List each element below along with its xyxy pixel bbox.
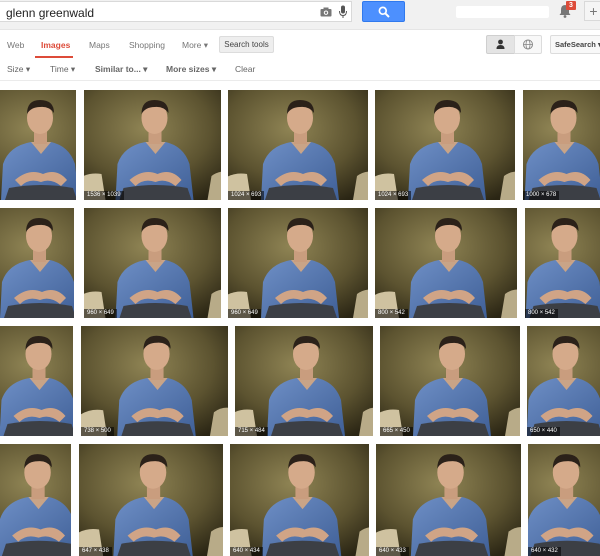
image-result[interactable]: 960 × 649 [84, 208, 221, 318]
person-icon [496, 39, 505, 49]
portrait-thumbnail [84, 90, 221, 200]
image-result[interactable]: 640 × 432 [528, 444, 600, 556]
top-bar: glenn greenwald 3 + [0, 0, 600, 30]
account-name-field[interactable] [456, 6, 549, 18]
search-button[interactable] [362, 1, 405, 22]
microphone-icon[interactable] [338, 5, 348, 19]
tab-shopping[interactable]: Shopping [129, 40, 165, 50]
image-dimensions: 640 × 433 [376, 547, 409, 556]
portrait-thumbnail [235, 326, 373, 436]
portrait-thumbnail [376, 444, 521, 556]
image-dimensions: 960 × 649 [228, 309, 261, 318]
image-dimensions: 1024 × 693 [375, 191, 412, 200]
portrait-thumbnail [0, 208, 74, 318]
image-result[interactable]: 650 × 440 [527, 326, 600, 436]
more-sizes-filter[interactable]: More sizes ▾ [166, 64, 216, 75]
size-filter[interactable]: Size ▾ [7, 64, 30, 75]
globe-icon [523, 39, 533, 50]
portrait-thumbnail [81, 326, 228, 436]
magnifier-icon [378, 6, 390, 18]
tab-more[interactable]: More ▾ [182, 40, 208, 51]
image-dimensions: 640 × 432 [528, 547, 561, 556]
tab-web[interactable]: Web [7, 40, 24, 50]
image-dimensions: 640 × 434 [230, 547, 263, 556]
safesearch-dropdown[interactable]: SafeSearch ▾ [550, 35, 600, 54]
portrait-thumbnail [79, 444, 223, 556]
camera-icon[interactable] [320, 7, 332, 17]
portrait-thumbnail [525, 208, 600, 318]
image-result[interactable] [0, 326, 73, 436]
portrait-thumbnail [527, 326, 600, 436]
portrait-thumbnail [375, 208, 517, 318]
global-results-button[interactable] [514, 35, 542, 54]
portrait-thumbnail [528, 444, 600, 556]
image-result[interactable] [0, 90, 76, 200]
time-filter[interactable]: Time ▾ [50, 64, 75, 75]
image-result[interactable]: 960 × 649 [228, 208, 368, 318]
search-tools-button[interactable]: Search tools [219, 36, 274, 53]
image-result[interactable]: 647 × 438 [79, 444, 223, 556]
image-dimensions: 647 × 438 [79, 547, 112, 556]
portrait-thumbnail [230, 444, 369, 556]
image-dimensions: 715 × 484 [235, 427, 268, 436]
image-result[interactable]: 800 × 542 [375, 208, 517, 318]
image-dimensions: 800 × 542 [525, 309, 558, 318]
search-query[interactable]: glenn greenwald [6, 6, 94, 20]
portrait-thumbnail [228, 90, 368, 200]
image-dimensions: 1536 × 1039 [84, 191, 124, 200]
search-nav-bar: Web Images Maps Shopping More ▾ Search t… [0, 31, 600, 59]
active-tab-underline [35, 56, 73, 58]
image-result[interactable]: 1536 × 1039 [84, 90, 221, 200]
portrait-thumbnail [0, 326, 73, 436]
image-result[interactable]: 1024 × 693 [375, 90, 515, 200]
share-plus-button[interactable]: + [584, 1, 600, 21]
portrait-thumbnail [0, 444, 71, 556]
image-result[interactable]: 640 × 434 [230, 444, 369, 556]
image-dimensions: 738 × 500 [81, 427, 114, 436]
image-result[interactable]: 738 × 500 [81, 326, 228, 436]
image-dimensions: 1000 × 678 [523, 191, 560, 200]
image-results-grid: 1536 × 1039 1024 × 693 1024 × 693 1000 ×… [0, 82, 600, 556]
portrait-thumbnail [375, 90, 515, 200]
image-result[interactable]: 1024 × 693 [228, 90, 368, 200]
image-dimensions: 1024 × 693 [228, 191, 265, 200]
personal-results-button[interactable] [486, 35, 515, 54]
notification-count-badge[interactable]: 3 [566, 1, 576, 10]
image-result[interactable]: 665 × 450 [380, 326, 520, 436]
similar-to-filter[interactable]: Similar to... ▾ [95, 64, 147, 75]
image-dimensions: 650 × 440 [527, 427, 560, 436]
image-dimensions: 665 × 450 [380, 427, 413, 436]
image-result[interactable] [0, 208, 74, 318]
image-result[interactable]: 1000 × 678 [523, 90, 600, 200]
portrait-thumbnail [0, 90, 76, 200]
tab-images[interactable]: Images [41, 40, 70, 50]
clear-filters-link[interactable]: Clear [235, 64, 255, 74]
portrait-thumbnail [380, 326, 520, 436]
search-tools-bar: Size ▾ Time ▾ Similar to... ▾ More sizes… [0, 59, 600, 81]
image-dimensions: 800 × 542 [375, 309, 408, 318]
image-result[interactable]: 640 × 433 [376, 444, 521, 556]
portrait-thumbnail [523, 90, 600, 200]
portrait-thumbnail [84, 208, 221, 318]
image-dimensions: 960 × 649 [84, 309, 117, 318]
image-result[interactable]: 800 × 542 [525, 208, 600, 318]
search-input[interactable]: glenn greenwald [0, 1, 352, 22]
portrait-thumbnail [228, 208, 368, 318]
image-result[interactable]: 715 × 484 [235, 326, 373, 436]
tab-maps[interactable]: Maps [89, 40, 110, 50]
image-result[interactable] [0, 444, 71, 556]
